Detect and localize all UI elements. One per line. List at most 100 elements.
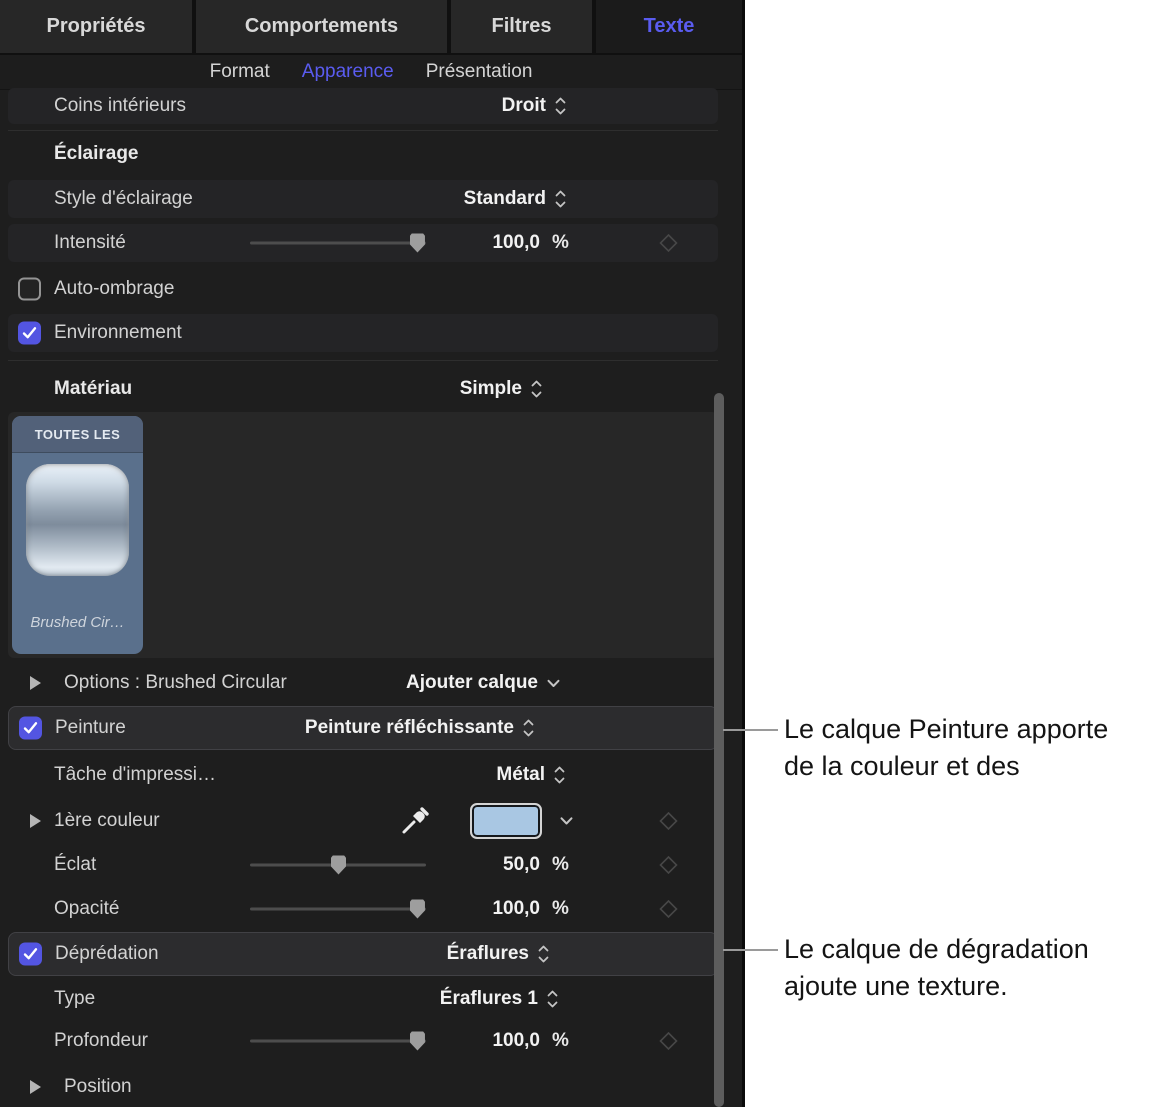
callout-line-depredation xyxy=(723,949,778,951)
text-pane-tabs: Format Apparence Présentation xyxy=(0,55,742,90)
divider xyxy=(8,130,718,131)
row-coins-interieurs: Coins intérieurs Droit xyxy=(8,88,718,124)
checkmark-icon xyxy=(22,327,37,339)
callout-peinture-line1: Le calque Peinture apporte xyxy=(784,714,1109,744)
disclosure-triangle-icon[interactable] xyxy=(30,676,41,690)
ajouter-calque-button[interactable]: Ajouter calque xyxy=(406,672,560,694)
peinture-popup[interactable]: Peinture réfléchissante xyxy=(305,717,534,739)
premiere-couleur-label: 1ère couleur xyxy=(54,810,160,831)
ajouter-calque-label: Ajouter calque xyxy=(406,672,538,693)
row-opacite: Opacité 100,0 % xyxy=(8,890,718,928)
tab-texte-label: Texte xyxy=(643,15,695,37)
callout-line-peinture xyxy=(723,729,778,731)
checkmark-icon xyxy=(23,722,38,734)
position-label: Position xyxy=(64,1076,132,1097)
profondeur-value[interactable]: 100,0 xyxy=(440,1030,540,1052)
coins-interieurs-label: Coins intérieurs xyxy=(54,95,186,116)
profondeur-slider[interactable] xyxy=(250,1031,426,1051)
tab-texte[interactable]: Texte xyxy=(596,0,742,53)
eclat-label: Éclat xyxy=(54,854,97,875)
intensite-label: Intensité xyxy=(54,232,126,253)
row-materiau: Matériau Simple xyxy=(8,370,718,408)
stepper-icon xyxy=(554,766,565,784)
opacite-label: Opacité xyxy=(54,898,120,919)
intensite-slider-thumb[interactable] xyxy=(409,233,425,253)
type-popup[interactable]: Éraflures 1 xyxy=(440,988,558,1010)
intensite-value[interactable]: 100,0 xyxy=(440,232,540,254)
row-style-eclairage: Style d'éclairage Standard xyxy=(8,180,718,218)
opacite-slider-thumb[interactable] xyxy=(409,899,425,919)
tache-impression-label: Tâche d'impressi… xyxy=(54,764,217,785)
profondeur-slider-thumb[interactable] xyxy=(409,1031,425,1051)
tache-impression-value: Métal xyxy=(496,764,545,785)
stepper-icon xyxy=(547,990,558,1008)
style-eclairage-popup[interactable]: Standard xyxy=(464,188,566,210)
profondeur-label: Profondeur xyxy=(54,1030,149,1051)
eyedropper-icon[interactable] xyxy=(400,806,430,836)
subtab-format[interactable]: Format xyxy=(210,61,270,83)
inspector-panel: Propriétés Comportements Filtres Texte F… xyxy=(0,0,745,1107)
depredation-popup[interactable]: Éraflures xyxy=(447,943,549,965)
peinture-checkbox[interactable] xyxy=(19,716,42,740)
color-swatch[interactable] xyxy=(470,803,542,839)
subtab-presentation[interactable]: Présentation xyxy=(426,61,533,83)
peinture-label: Peinture xyxy=(55,717,126,738)
keyframe-diamond-icon[interactable] xyxy=(659,233,678,253)
stepper-icon xyxy=(555,190,566,208)
keyframe-diamond-icon[interactable] xyxy=(659,811,678,831)
scrollbar-thumb[interactable] xyxy=(714,393,724,1107)
disclosure-triangle-icon[interactable] xyxy=(30,1080,41,1094)
options-label: Options : Brushed Circular xyxy=(64,672,287,693)
tab-comportements[interactable]: Comportements xyxy=(196,0,447,53)
eclat-value[interactable]: 50,0 xyxy=(440,854,540,876)
row-depredation: Déprédation Éraflures xyxy=(8,932,718,976)
coins-interieurs-popup[interactable]: Droit xyxy=(502,95,566,117)
row-position: Position xyxy=(8,1068,718,1106)
chevron-down-icon[interactable] xyxy=(560,817,573,826)
peinture-value: Peinture réfléchissante xyxy=(304,717,514,738)
material-well: TOUTES LES Brushed Cir… xyxy=(8,412,718,658)
tab-filtres[interactable]: Filtres xyxy=(451,0,592,53)
type-value: Éraflures 1 xyxy=(439,988,538,1009)
row-peinture: Peinture Peinture réfléchissante xyxy=(8,706,718,750)
callout-peinture-line2: de la couleur et des xyxy=(784,751,1020,781)
material-thumbnail[interactable] xyxy=(26,464,129,576)
materiau-value: Simple xyxy=(459,378,522,399)
intensite-slider[interactable] xyxy=(250,233,426,253)
material-category-tab[interactable]: TOUTES LES xyxy=(12,416,143,453)
eclat-slider-thumb[interactable] xyxy=(331,855,346,875)
environnement-label: Environnement xyxy=(54,322,182,343)
disclosure-triangle-icon[interactable] xyxy=(30,814,41,828)
row-type: Type Éraflures 1 xyxy=(8,980,718,1018)
tache-impression-popup[interactable]: Métal xyxy=(496,764,565,786)
row-options: Options : Brushed Circular Ajouter calqu… xyxy=(8,664,718,702)
opacite-value[interactable]: 100,0 xyxy=(440,898,540,920)
opacite-slider[interactable] xyxy=(250,899,426,919)
row-intensite: Intensité 100,0 % xyxy=(8,224,718,262)
materiau-label: Matériau xyxy=(54,378,133,399)
materiau-popup[interactable]: Simple xyxy=(460,378,542,400)
eclat-slider[interactable] xyxy=(250,855,426,875)
keyframe-diamond-icon[interactable] xyxy=(659,1031,678,1051)
stepper-icon xyxy=(531,380,542,398)
tab-proprietes[interactable]: Propriétés xyxy=(0,0,192,53)
environnement-checkbox[interactable] xyxy=(18,321,41,345)
callout-depredation-line2: ajoute une texture. xyxy=(784,971,1008,1001)
stepper-icon xyxy=(555,97,566,115)
auto-ombrage-checkbox[interactable] xyxy=(18,277,41,301)
opacite-unit: % xyxy=(552,898,569,919)
callout-depredation-line1: Le calque de dégradation xyxy=(784,934,1089,964)
depredation-checkbox[interactable] xyxy=(19,942,42,966)
tab-filtres-label: Filtres xyxy=(491,15,552,37)
inspector-tab-bar: Propriétés Comportements Filtres Texte xyxy=(0,0,742,55)
callout-peinture: Le calque Peinture apporte de la couleur… xyxy=(784,711,1154,785)
subtab-apparence[interactable]: Apparence xyxy=(302,61,394,83)
profondeur-unit: % xyxy=(552,1030,569,1051)
material-card-selected[interactable]: TOUTES LES Brushed Cir… xyxy=(12,416,143,654)
tab-proprietes-label: Propriétés xyxy=(46,15,146,37)
keyframe-diamond-icon[interactable] xyxy=(659,899,678,919)
keyframe-diamond-icon[interactable] xyxy=(659,855,678,875)
row-eclat: Éclat 50,0 % xyxy=(8,846,718,884)
material-category-label: TOUTES LES xyxy=(34,426,121,442)
eclat-unit: % xyxy=(552,854,569,875)
